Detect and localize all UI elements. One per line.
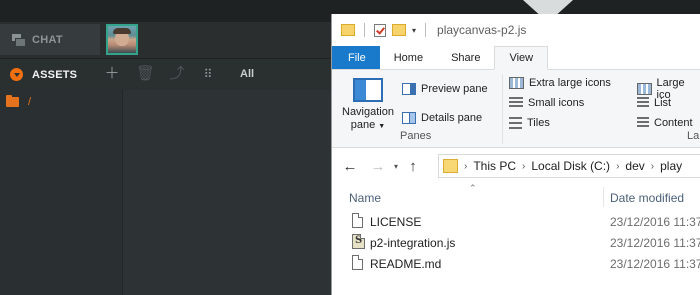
tab-share[interactable]: Share [437,46,494,69]
address-bar[interactable]: › This PC › Local Disk (C:) › dev › play [438,154,700,178]
chat-tab[interactable]: CHAT [0,24,100,55]
breadcrumb-dev[interactable]: dev [625,159,644,173]
assets-panel-header: ASSETS ＋ 🗑 ⤴ ⠿ All [0,59,331,90]
divider [425,23,427,37]
generic-file-icon [352,255,363,270]
js-file-icon [352,234,365,249]
chevron-right-icon[interactable]: › [616,161,619,172]
navigation-pane-button[interactable]: Navigation pane ▼ [338,78,398,133]
assets-title: ASSETS [32,68,78,81]
content-icon [637,117,649,129]
tab-view[interactable]: View [494,46,549,70]
grid-icon[interactable]: ⠿ [200,66,216,82]
column-header-date-modified[interactable]: Date modified [610,191,684,205]
dropdown-arrow-icon: ▼ [378,123,386,130]
asset-filter-dropdown[interactable]: All [240,68,254,80]
file-name: LICENSE [370,215,422,229]
navigation-pane-label-line1: Navigation [342,106,394,118]
file-name: README.md [370,257,442,271]
collapse-assets-icon[interactable] [10,68,23,81]
explorer-titlebar: ▾ playcanvas-p2.js [332,14,700,46]
preview-pane-icon [402,83,416,95]
tab-home[interactable]: Home [380,46,437,69]
details-pane-button[interactable]: Details pane [402,112,482,124]
small-icons-option[interactable]: Small icons [509,97,584,109]
avatar-photo [108,26,136,53]
list-option[interactable]: List [637,97,671,109]
ribbon-tabs: File Home Share View [332,46,700,70]
tiles-option[interactable]: Tiles [509,117,550,129]
file-row[interactable]: p2-integration.js 23/12/2016 11:37 [332,232,700,253]
large-icons-icon [637,83,652,95]
recent-locations-icon[interactable]: ▾ [389,162,403,171]
view-ribbon: Navigation pane ▼ Preview pane Details p… [332,70,700,148]
navigation-bar: ← → ▾ ↑ › This PC › Local Disk (C:) › de… [332,148,700,184]
tab-file[interactable]: File [332,46,380,69]
breadcrumb-this-pc[interactable]: This PC [473,159,516,173]
new-folder-icon[interactable] [392,24,406,36]
details-pane-label: Details pane [421,112,483,124]
tiles-label: Tiles [527,117,550,129]
up-arrow-icon[interactable]: ↑ [403,158,423,175]
extra-large-icons-label: Extra large icons [529,77,611,89]
preview-pane-button[interactable]: Preview pane [402,83,488,95]
chat-icon [12,34,26,47]
plus-icon[interactable]: ＋ [104,66,120,82]
root-folder-item[interactable]: / [6,95,32,108]
chevron-right-icon[interactable]: › [651,161,654,172]
tiles-icon [509,117,522,129]
list-label: List [654,97,672,109]
column-divider[interactable] [603,187,604,207]
window-title: playcanvas-p2.js [437,23,527,37]
breadcrumb-local-disk[interactable]: Local Disk (C:) [531,159,610,173]
file-explorer-window: ▾ playcanvas-p2.js File Home Share View … [331,14,700,295]
extra-large-icons-icon [509,77,524,89]
file-date: 23/12/2016 11:37 [610,215,700,229]
navigation-pane-label: Navigation pane ▼ [338,106,398,133]
screen: CHAT ASSETS ＋ 🗑 ⤴ ⠿ All / ▾ playcanvas-p… [0,0,700,295]
content-option[interactable]: Content [637,117,693,129]
trash-icon[interactable]: 🗑 [136,66,155,82]
navigation-pane-label-line2: pane [350,119,376,131]
content-label: Content [654,117,693,129]
panes-group-label: Panes [400,130,432,142]
generic-file-icon [352,213,363,228]
layout-group-label: La [687,130,700,142]
folder-icon [443,159,458,173]
breadcrumb-playcanvas[interactable]: play [660,159,682,173]
chevron-right-icon[interactable]: › [464,161,467,172]
user-avatar[interactable] [106,24,138,55]
back-arrow-icon[interactable]: ← [339,158,361,175]
customize-quick-access-icon[interactable]: ▾ [412,26,416,35]
file-date: 23/12/2016 11:37 [610,236,700,250]
navigation-pane-icon [353,78,383,102]
preview-pane-label: Preview pane [421,83,488,95]
folder-icon [341,24,355,36]
file-list: LICENSE 23/12/2016 11:37 p2-integration.… [332,211,700,274]
chat-label: CHAT [32,33,63,46]
folder-icon [6,95,19,107]
replace-icon[interactable]: ⤴ [169,66,185,82]
small-icons-label: Small icons [528,97,585,109]
column-header-name[interactable]: Name [349,191,381,205]
small-icons-icon [509,97,523,109]
file-row[interactable]: README.md 23/12/2016 11:37 [332,253,700,274]
file-name: p2-integration.js [370,236,456,250]
divider [364,23,365,37]
extra-large-icons-option[interactable]: Extra large icons [509,77,611,89]
list-icon [637,97,649,109]
root-folder-label: / [28,96,32,108]
sort-ascending-icon: ⌃ [469,183,477,193]
forward-arrow-icon[interactable]: → [367,158,389,175]
file-row[interactable]: LICENSE 23/12/2016 11:37 [332,211,700,232]
assets-folder-tree [0,90,123,295]
file-date: 23/12/2016 11:37 [610,257,700,271]
details-pane-icon [402,112,416,124]
ribbon-divider [502,74,503,144]
properties-icon[interactable] [374,23,386,37]
chevron-right-icon[interactable]: › [522,161,525,172]
column-headers: ⌃ Name Date modified [332,183,700,211]
